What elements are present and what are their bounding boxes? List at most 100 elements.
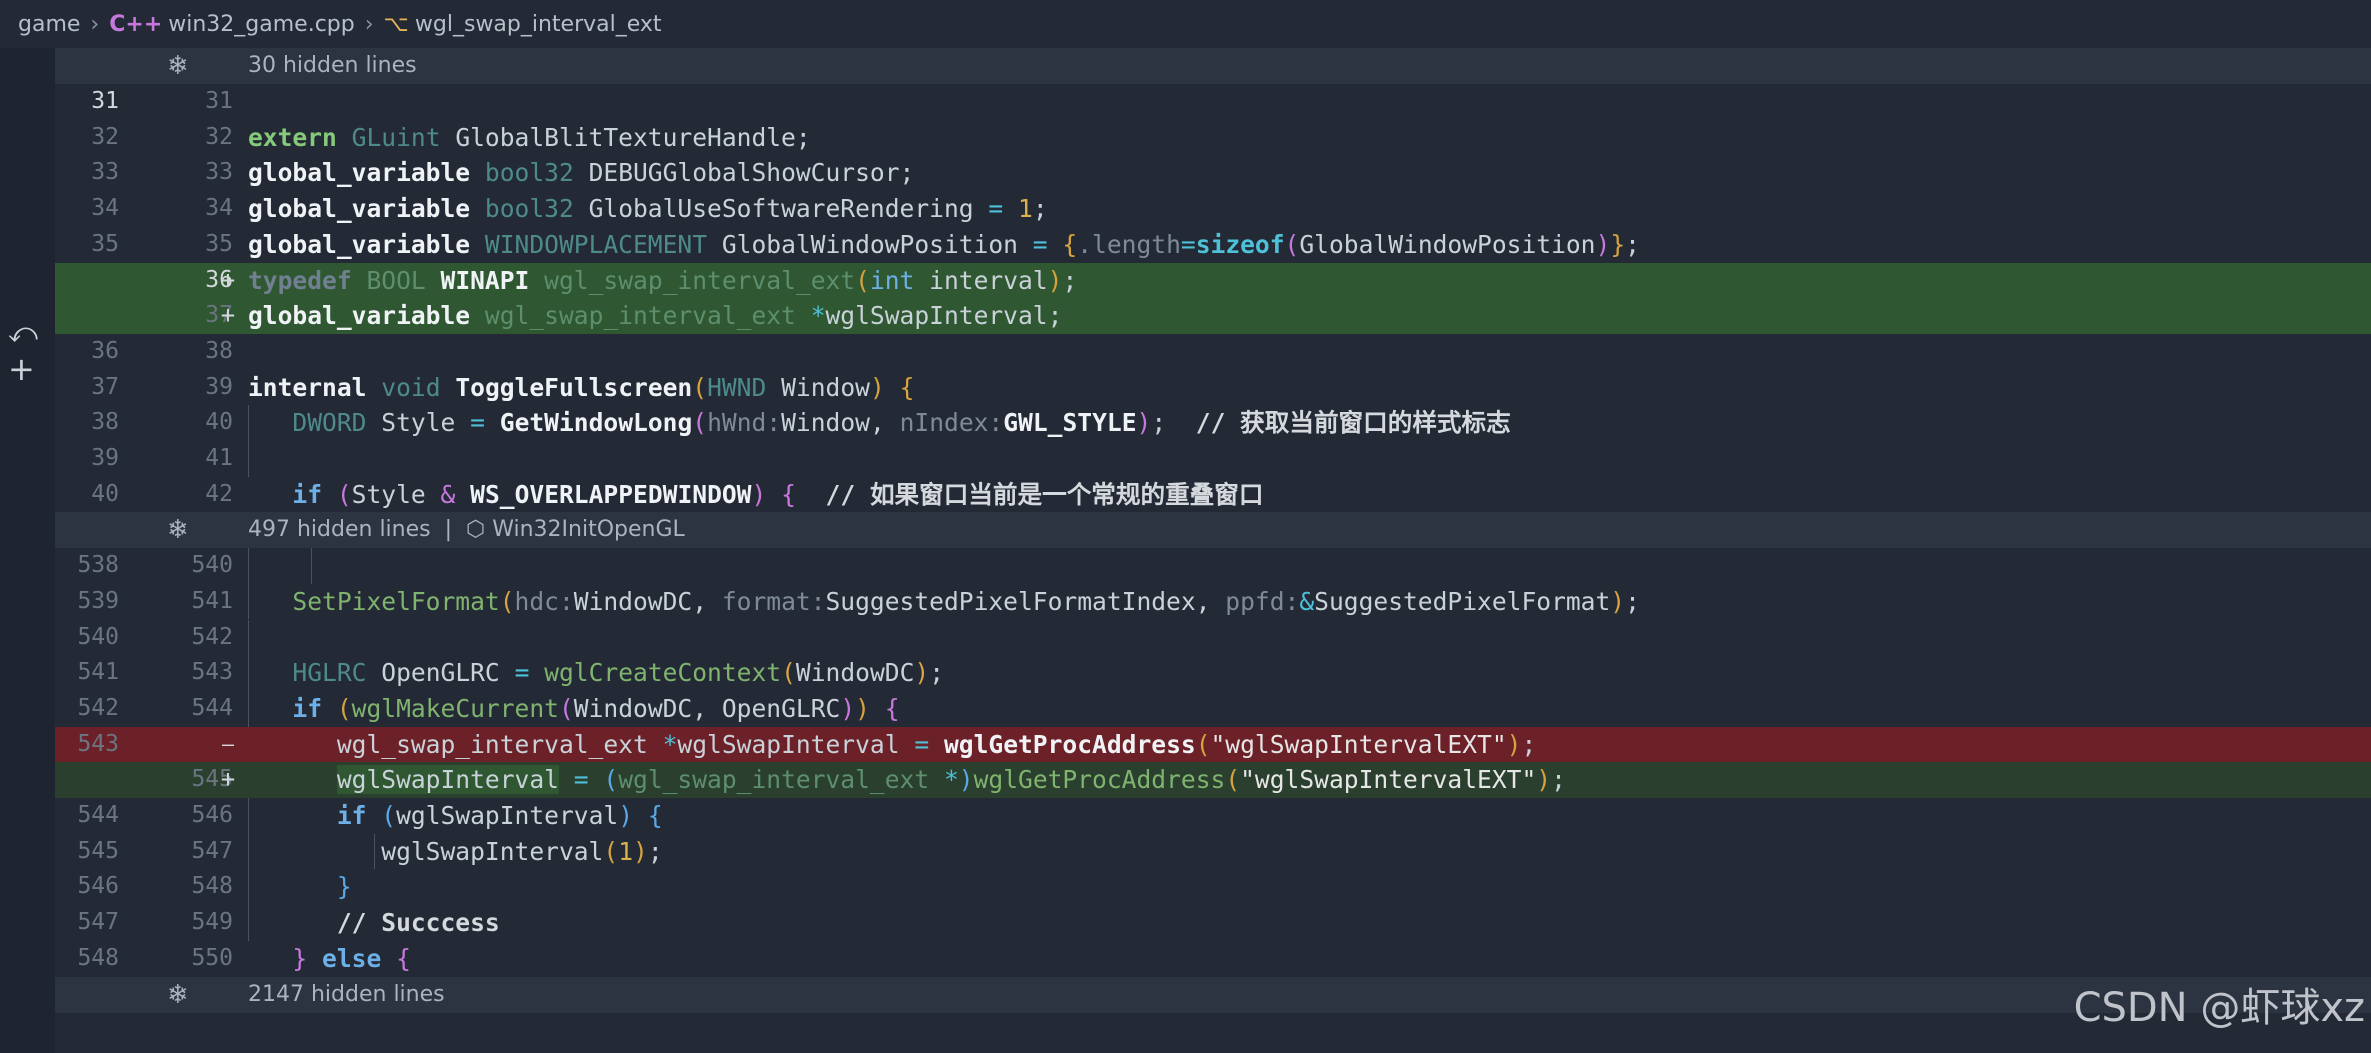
old-line-number: 539 (77, 587, 119, 614)
diff-gutter-strip: ⤺ + (0, 48, 55, 1053)
new-line-number: 540 (191, 552, 233, 579)
code-line: 540 542 (55, 619, 2371, 656)
old-line-number (55, 263, 119, 299)
code-line: 38 40 DWORD Style = GetWindowLong(hWnd:W… (55, 405, 2371, 441)
new-line-number: 41 (205, 445, 233, 471)
hidden-lines-fold[interactable]: ❄ 497 hidden lines | ⬡ Win32InitOpenGL (55, 512, 2371, 549)
breadcrumb-root[interactable]: game (18, 12, 80, 37)
fold-context: Win32InitOpenGL (492, 517, 685, 543)
code-text: wglSwapInterval(1); (381, 836, 663, 866)
old-line-number: 34 (91, 195, 119, 222)
code-text: } else { (292, 943, 411, 973)
code-line: 538 540 (55, 548, 2371, 584)
cube-icon: ⬡ (466, 517, 486, 543)
new-line-number: 543 (191, 659, 233, 686)
unfold-icon[interactable]: ❄ (167, 512, 189, 548)
new-line-number: 549 (191, 909, 233, 936)
code-line: 545 547 wglSwapInterval(1); (55, 833, 2371, 870)
new-line-number: 31 (205, 88, 233, 114)
code-text: DWORD Style = GetWindowLong(hWnd:Window,… (292, 408, 1511, 438)
new-line-number: 42 (205, 480, 233, 507)
old-line-number: 538 (77, 552, 119, 579)
old-line-number (55, 762, 119, 798)
old-line-number: 36 (91, 337, 119, 364)
old-line-number: 31 (91, 88, 119, 114)
revert-icon[interactable]: ⤺ (8, 316, 38, 350)
code-line: 547 549 // Succcess (55, 905, 2371, 941)
code-text: global_variable bool32 GlobalUseSoftware… (248, 194, 1048, 224)
code-line: 32 32 extern GLuint GlobalBlitTextureHan… (55, 120, 2371, 156)
old-line-number: 33 (91, 159, 119, 186)
code-line: 548 550 } else { (55, 941, 2371, 977)
indent-guide (248, 548, 249, 584)
new-line-number: 548 (191, 873, 233, 900)
added-line: 37 + global_variable wgl_swap_interval_e… (55, 298, 2371, 334)
unfold-icon[interactable]: ❄ (167, 977, 189, 1013)
code-line: 40 42 if (Style & WS_OVERLAPPEDWINDOW) {… (55, 477, 2371, 513)
chevron-right-icon: › (90, 11, 100, 37)
added-line: 36 + typedef BOOL WINAPI wgl_swap_interv… (55, 262, 2371, 299)
code-line: 544 546 if (wglSwapInterval) { (55, 798, 2371, 834)
code-line: 31 31 (55, 84, 2371, 120)
new-line-number: 541 (191, 587, 233, 614)
hidden-lines-fold[interactable]: ❄ 2147 hidden lines (55, 976, 2371, 1013)
new-line-number: 38 (205, 337, 233, 364)
old-line-number: 542 (77, 694, 119, 721)
code-line: 36 38 (55, 334, 2371, 370)
old-line-number: 540 (77, 623, 119, 650)
code-text: SetPixelFormat(hdc:WindowDC, format:Sugg… (292, 586, 1640, 616)
diff-editor: ❄ 30 hidden lines 31 31 32 32 extern GLu… (55, 48, 2371, 1053)
new-line-number: 35 (205, 230, 233, 257)
code-text: wglSwapInterval = (wgl_swap_interval_ext… (336, 765, 1566, 795)
hidden-lines-fold[interactable]: ❄ 30 hidden lines (55, 48, 2371, 84)
code-text: global_variable WINDOWPLACEMENT GlobalWi… (248, 229, 1640, 259)
code-line: 37 39 internal void ToggleFullscreen(HWN… (55, 370, 2371, 406)
watermark: CSDN @虾球xz (2073, 985, 2365, 1031)
new-line-number: 32 (205, 123, 233, 150)
old-line-number: 40 (91, 480, 119, 507)
code-text: if (wglMakeCurrent(WindowDC, OpenGLRC)) … (292, 693, 900, 723)
breadcrumb: game › C++ win32_game.cpp › ⌥ wgl_swap_i… (0, 0, 2371, 48)
old-line-number: 545 (77, 837, 119, 864)
new-line-number: 33 (205, 159, 233, 186)
code-text: if (Style & WS_OVERLAPPEDWINDOW) { // 如果… (292, 479, 1264, 509)
removed-marker: — (221, 731, 235, 756)
new-line-number: 544 (191, 694, 233, 721)
old-line-number: 39 (91, 445, 119, 471)
code-line: 39 41 (55, 441, 2371, 477)
old-line-number: 541 (77, 659, 119, 686)
old-line-number: 547 (77, 909, 119, 936)
code-text: } (336, 872, 352, 902)
code-text: global_variable bool32 DEBUGGlobalShowCu… (248, 158, 915, 188)
code-line: 542 544 if (wglMakeCurrent(WindowDC, Ope… (55, 690, 2371, 727)
code-text: global_variable wgl_swap_interval_ext *w… (248, 301, 1063, 331)
code-line: 546 548 } (55, 869, 2371, 906)
new-line-number: 542 (191, 623, 233, 650)
new-line-number: 40 (205, 409, 233, 436)
old-line-number: 37 (91, 373, 119, 400)
code-text: internal void ToggleFullscreen(HWND Wind… (248, 372, 915, 402)
new-line-number: 34 (205, 195, 233, 222)
removed-line: 543 — wgl_swap_interval_ext *wglSwapInte… (55, 726, 2371, 763)
added-marker: + (220, 265, 236, 294)
code-text: HGLRC OpenGLRC = wglCreateContext(Window… (292, 658, 945, 688)
added-marker: + (220, 301, 236, 330)
breadcrumb-file[interactable]: win32_game.cpp (168, 12, 354, 37)
code-text: extern GLuint GlobalBlitTextureHandle; (248, 122, 811, 152)
added-marker: + (220, 765, 236, 794)
old-line-number: 32 (91, 123, 119, 150)
code-line: 539 541 SetPixelFormat(hdc:WindowDC, for… (55, 583, 2371, 620)
old-line-number: 544 (77, 802, 119, 828)
code-line: 33 33 global_variable bool32 DEBUGGlobal… (55, 155, 2371, 191)
new-line-number: 547 (191, 837, 233, 864)
code-line: 34 34 global_variable bool32 GlobalUseSo… (55, 191, 2371, 227)
add-icon[interactable]: + (8, 350, 35, 388)
symbol-icon: ⌥ (383, 11, 409, 37)
old-line-number: 548 (77, 944, 119, 971)
breadcrumb-symbol[interactable]: wgl_swap_interval_ext (415, 12, 662, 37)
code-text: typedef BOOL WINAPI wgl_swap_interval_ex… (248, 265, 1078, 295)
unfold-icon[interactable]: ❄ (167, 48, 189, 84)
old-line-number: 38 (91, 409, 119, 436)
chevron-right-icon: › (364, 11, 374, 37)
indent-guide (248, 441, 249, 477)
